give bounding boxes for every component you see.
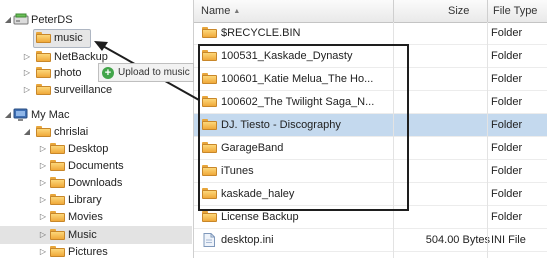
add-icon: + (102, 67, 114, 79)
drag-tooltip: + Upload to music (98, 63, 194, 82)
drag-arrow-annotation (94, 41, 200, 101)
drag-tooltip-text: Upload to music (118, 67, 190, 78)
